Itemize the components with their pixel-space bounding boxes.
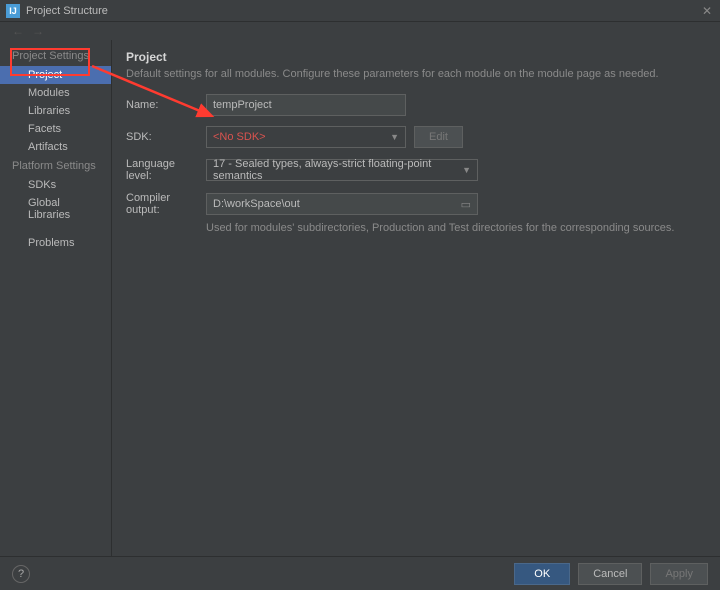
sidebar-section-platform-settings: Platform Settings [0, 156, 111, 176]
ok-button[interactable]: OK [514, 563, 570, 585]
chevron-down-icon: ▼ [390, 132, 399, 142]
edit-sdk-button[interactable]: Edit [414, 126, 463, 148]
sidebar-item-modules[interactable]: Modules [0, 84, 111, 102]
folder-icon[interactable]: ▭ [461, 198, 471, 211]
nav-row: ← → [0, 22, 720, 40]
compiler-output-input[interactable]: D:\workSpace\out ▭ [206, 193, 478, 215]
sidebar-item-label: SDKs [28, 179, 56, 191]
forward-icon[interactable]: → [32, 24, 44, 38]
window-title: Project Structure [26, 5, 700, 17]
app-icon: IJ [6, 4, 20, 18]
sidebar: Project Settings Project Modules Librari… [0, 40, 112, 556]
row-language-level: Language level: 17 - Sealed types, alway… [126, 158, 700, 182]
name-input[interactable] [206, 94, 406, 116]
sidebar-item-problems[interactable]: Problems [0, 234, 111, 252]
cancel-button[interactable]: Cancel [578, 563, 642, 585]
apply-button[interactable]: Apply [650, 563, 708, 585]
footer: ? OK Cancel Apply [0, 556, 720, 590]
body: Project Settings Project Modules Librari… [0, 40, 720, 556]
main-panel: Project Default settings for all modules… [112, 40, 720, 556]
sidebar-item-label: Artifacts [28, 141, 68, 153]
sidebar-item-artifacts[interactable]: Artifacts [0, 138, 111, 156]
sidebar-item-label: Modules [28, 87, 70, 99]
back-icon[interactable]: ← [12, 24, 24, 38]
row-sdk: SDK: <No SDK> ▼ Edit [126, 126, 700, 148]
sidebar-item-sdks[interactable]: SDKs [0, 176, 111, 194]
language-level-label: Language level: [126, 158, 198, 182]
title-bar: IJ Project Structure ✕ [0, 0, 720, 22]
sidebar-item-label: Project [28, 69, 62, 81]
sdk-select[interactable]: <No SDK> ▼ [206, 126, 406, 148]
name-label: Name: [126, 99, 198, 111]
sidebar-item-libraries[interactable]: Libraries [0, 102, 111, 120]
compiler-output-hint: Used for modules' subdirectories, Produc… [206, 222, 700, 234]
help-button[interactable]: ? [12, 565, 30, 583]
row-compiler-output: Compiler output: D:\workSpace\out ▭ [126, 192, 700, 216]
compiler-output-label: Compiler output: [126, 192, 198, 216]
sidebar-item-project[interactable]: Project [0, 66, 111, 84]
sidebar-item-label: Global Libraries [28, 197, 70, 221]
language-level-value: 17 - Sealed types, always-strict floatin… [213, 158, 462, 182]
sidebar-item-label: Problems [28, 237, 74, 249]
chevron-down-icon: ▼ [462, 165, 471, 175]
sdk-label: SDK: [126, 131, 198, 143]
sidebar-item-global-libraries[interactable]: Global Libraries [0, 194, 111, 224]
sidebar-item-label: Libraries [28, 105, 70, 117]
sidebar-item-label: Facets [28, 123, 61, 135]
row-name: Name: [126, 94, 700, 116]
sdk-value: <No SDK> [213, 131, 266, 143]
language-level-select[interactable]: 17 - Sealed types, always-strict floatin… [206, 159, 478, 181]
compiler-output-value: D:\workSpace\out [213, 198, 300, 210]
page-title: Project [126, 50, 700, 64]
page-subtitle: Default settings for all modules. Config… [126, 68, 700, 80]
close-icon[interactable]: ✕ [700, 4, 714, 18]
sidebar-section-project-settings: Project Settings [0, 46, 111, 66]
sidebar-item-facets[interactable]: Facets [0, 120, 111, 138]
